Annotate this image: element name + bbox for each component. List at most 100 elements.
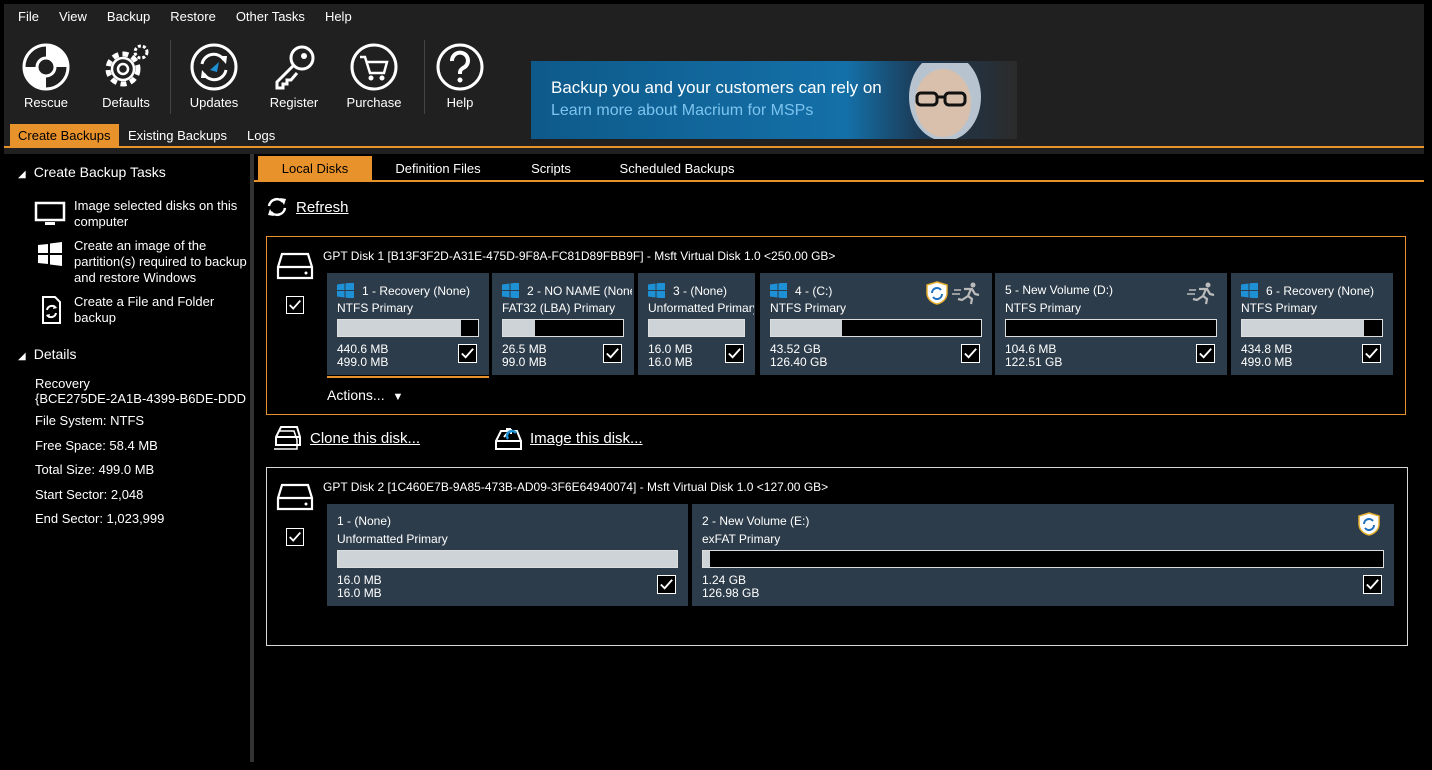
menu-backup[interactable]: Backup [107, 9, 150, 24]
checkmark-icon [289, 299, 301, 310]
partition-card[interactable]: 6 - Recovery (None) NTFS Primary 434.8 M… [1231, 273, 1393, 375]
tab-definition-files[interactable]: Definition Files [382, 156, 494, 182]
register-button[interactable]: Register [254, 34, 334, 116]
usage-fill [338, 320, 462, 336]
partition-name-text: 1 - Recovery (None) [362, 283, 471, 298]
disk-1-checkbox[interactable] [286, 296, 304, 314]
checkmark-icon [964, 348, 977, 359]
task-label: Image selected disks on this computer [74, 198, 238, 229]
disk-2-checkbox[interactable] [286, 528, 304, 546]
total-size: 126.98 GB [702, 586, 760, 600]
detail-total-size: Total Size: 499.0 MB [35, 462, 155, 477]
partition-checkbox[interactable] [961, 344, 980, 363]
menu-view[interactable]: View [59, 9, 87, 24]
help-button[interactable]: Help [420, 34, 500, 116]
actions-dropdown[interactable]: Actions... ▼ [327, 387, 403, 403]
tab-logs[interactable]: Logs [239, 124, 283, 148]
disk-2-title: GPT Disk 2 [1C460E7B-9A85-473B-AD09-3F6E… [323, 480, 829, 494]
partition-checkbox[interactable] [1362, 344, 1381, 363]
tab-scripts[interactable]: Scripts [516, 156, 586, 182]
banner-link[interactable]: Learn more about Macrium for MSPs [551, 102, 813, 120]
detail-start-sector: Start Sector: 2,048 [35, 487, 144, 502]
partition-card[interactable]: 1 - (None) Unformatted Primary 16.0 MB 16… [327, 504, 688, 606]
partition-card[interactable]: 4 - (C:) NTFS Primary 43.52 GB 126.40 GB [760, 273, 992, 375]
hard-disk-icon [276, 483, 314, 511]
task-image-selected-disks[interactable]: Image selected disks on this computer [34, 198, 248, 234]
partition-name-text: 2 - New Volume (E:) [702, 514, 810, 528]
tasks-header[interactable]: ◢ Create Backup Tasks [18, 164, 166, 180]
total-size: 122.51 GB [1005, 355, 1063, 369]
partition-card[interactable]: 2 - New Volume (E:) exFAT Primary 1.24 G… [692, 504, 1394, 606]
partition-status-icons [1187, 281, 1217, 305]
running-man-icon [1187, 282, 1215, 305]
refresh-button[interactable]: Refresh [266, 194, 349, 220]
disk-1-panel[interactable]: GPT Disk 1 [B13F3F2D-A31E-475D-9F8A-FC81… [266, 236, 1406, 415]
tab-existing-backups[interactable]: Existing Backups [120, 124, 235, 148]
partition-usage-bar [337, 550, 678, 568]
app-window: File View Backup Restore Other Tasks Hel… [4, 4, 1424, 762]
checkmark-icon [606, 348, 619, 359]
partition-card[interactable]: 5 - New Volume (D:) NTFS Primary 104.6 M… [995, 273, 1227, 375]
checkmark-icon [1365, 348, 1378, 359]
defaults-button[interactable]: Defaults [86, 34, 166, 116]
tab-create-backups[interactable]: Create Backups [10, 124, 119, 148]
task-file-folder-backup[interactable]: Create a File and Folder backup [34, 294, 248, 330]
partition-checkbox[interactable] [603, 344, 622, 363]
partition-fs: FAT32 (LBA) Primary [502, 301, 616, 315]
partition-name: 1 - (None) [337, 514, 637, 528]
updates-button[interactable]: Updates [174, 34, 254, 116]
partition-name: 2 - New Volume (E:) [702, 514, 1102, 528]
partition-card[interactable]: 3 - (None) Unformatted Primary 16.0 MB 16… [638, 273, 755, 375]
chevron-down-icon: ▼ [392, 391, 404, 403]
partition-name: 5 - New Volume (D:) [1005, 283, 1175, 297]
partition-size: 16.0 MB 16.0 MB [337, 574, 382, 600]
partition-checkbox[interactable] [1363, 575, 1382, 594]
task-image-windows[interactable]: Create an image of the partition(s) requ… [34, 238, 248, 288]
shield-icon [926, 281, 948, 305]
partition-checkbox[interactable] [458, 344, 477, 363]
checkmark-icon [728, 348, 741, 359]
detail-guid: {BCE275DE-2A1B-4399-B6DE-DDD [35, 391, 246, 406]
clone-disk-label: Clone this disk... [310, 429, 421, 447]
detail-name: Recovery [35, 376, 90, 391]
detail-end-sector: End Sector: 1,023,999 [35, 511, 165, 526]
file-backup-icon [42, 296, 61, 324]
shield-icon [1358, 512, 1380, 536]
toolbar-separator [170, 40, 171, 114]
main-tabs: Create Backups Existing Backups Logs [4, 124, 1424, 148]
left-panel: ◢ Create Backup Tasks Image selected disk… [4, 154, 250, 762]
partition-checkbox[interactable] [725, 344, 744, 363]
checkmark-icon [660, 579, 673, 590]
tab-scheduled-backups[interactable]: Scheduled Backups [610, 156, 744, 182]
menu-other-tasks[interactable]: Other Tasks [236, 9, 305, 24]
windows-icon [38, 242, 62, 266]
partition-usage-bar [648, 319, 745, 337]
partition-fs: NTFS Primary [1241, 301, 1317, 315]
partition-card[interactable]: 2 - NO NAME (None) FAT32 (LBA) Primary 2… [492, 273, 634, 375]
partition-usage-bar [337, 319, 479, 337]
image-disk-link[interactable]: Image this disk... [494, 424, 643, 452]
menu-file[interactable]: File [18, 9, 39, 24]
menu-restore[interactable]: Restore [170, 9, 216, 24]
partition-fs: NTFS Primary [770, 301, 846, 315]
partition-size: 43.52 GB 126.40 GB [770, 343, 827, 369]
partition-name-text: 1 - (None) [337, 514, 392, 528]
menu-help[interactable]: Help [325, 9, 352, 24]
tasks-header-label: Create Backup Tasks [33, 164, 166, 180]
rescue-button[interactable]: Rescue [6, 34, 86, 116]
details-header[interactable]: ◢ Details [18, 346, 77, 362]
tab-local-disks[interactable]: Local Disks [258, 156, 372, 182]
partition-size: 104.6 MB 122.51 GB [1005, 343, 1062, 369]
lifebuoy-icon [22, 43, 70, 91]
total-size: 16.0 MB [648, 355, 693, 369]
usage-fill [1242, 320, 1364, 336]
partition-card[interactable]: 1 - Recovery (None) NTFS Primary 440.6 M… [327, 273, 489, 375]
disk-2-panel[interactable]: GPT Disk 2 [1C460E7B-9A85-473B-AD09-3F6E… [266, 467, 1408, 646]
collapse-triangle-icon: ◢ [18, 169, 26, 180]
partition-name: 6 - Recovery (None) [1241, 283, 1391, 298]
partition-checkbox[interactable] [657, 575, 676, 594]
purchase-button[interactable]: Purchase [334, 34, 414, 116]
clone-disk-link[interactable]: Clone this disk... [274, 424, 420, 452]
partition-checkbox[interactable] [1196, 344, 1215, 363]
cart-icon [350, 43, 398, 91]
